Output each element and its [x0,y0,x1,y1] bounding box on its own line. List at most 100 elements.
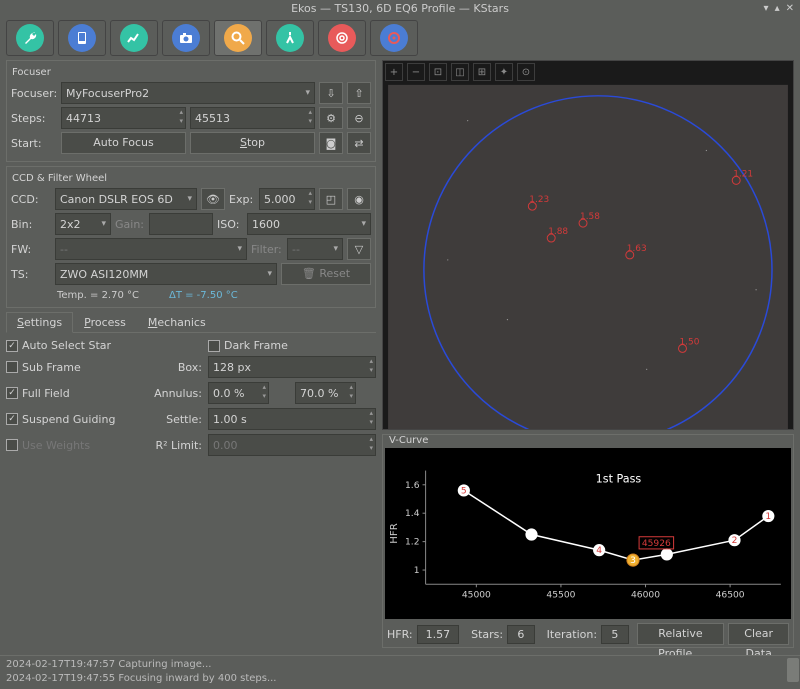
sub-frame-check[interactable]: Sub Frame [6,361,146,374]
clear-data-button[interactable]: Clear Data [728,623,789,645]
abort-icon[interactable]: ⊖ [347,107,371,129]
svg-text:1.21: 1.21 [733,169,753,179]
iso-combo[interactable]: 1600 [247,213,371,235]
focuser-combo[interactable]: MyFocuserPro2 [61,82,315,104]
focus-in-button[interactable]: ⇩ [319,82,343,104]
tab-settings[interactable]: Settings [6,312,73,333]
capture-icon[interactable]: ◙ [319,132,343,154]
svg-text:46500: 46500 [716,590,745,600]
svg-text:5: 5 [461,487,467,497]
annulus-outer-input[interactable]: 70.0 % [295,382,356,404]
svg-text:1: 1 [765,512,771,522]
gain-label: Gain: [115,218,145,231]
zoom-in-icon[interactable]: + [385,63,403,81]
log-panel: 2024-02-17T19:47:57 Capturing image... 2… [0,655,800,689]
magnify-icon [230,30,246,46]
suspend-guiding-check[interactable]: Suspend Guiding [6,413,146,426]
module-toolbar [0,18,800,58]
dark-frame-check[interactable]: Dark Frame [208,339,376,352]
grid-icon[interactable]: ⊙ [517,63,535,81]
zoom-1-1-icon[interactable]: ◫ [451,63,469,81]
svg-text:HFR: HFR [389,523,400,543]
maximize-icon[interactable]: ▴ [775,0,780,18]
crosshair-icon[interactable]: ✦ [495,63,513,81]
svg-text:1st Pass: 1st Pass [596,473,642,486]
tab-align[interactable] [266,20,314,56]
box-input[interactable]: 128 px [208,356,376,378]
start-label: Start: [11,137,57,150]
svg-text:1.6: 1.6 [405,481,420,491]
auto-select-check[interactable]: Auto Select Star [6,339,146,352]
ts-combo[interactable]: ZWO ASI120MM [55,263,277,285]
log-scrollbar[interactable] [786,656,800,689]
bin-label: Bin: [11,218,51,231]
svg-text:1: 1 [414,566,420,576]
ccd-combo[interactable]: Canon DSLR EOS 6D [55,188,197,210]
tab-focus[interactable] [214,20,262,56]
compass-icon [282,30,298,46]
tab-process[interactable]: Process [73,312,137,332]
vcurve-group: V-Curve 1.61.41.2145000455004600046500HF… [382,434,794,648]
svg-text:1.50: 1.50 [679,337,699,347]
use-weights-check: Use Weights [6,439,146,452]
image-preview[interactable]: + − ⊡ ◫ ⊞ ✦ ⊙ 1.23 1.58 1.88 1.63 1.21 1… [382,60,794,430]
tablet-icon [74,30,90,46]
stop-button[interactable]: SStoptop [190,132,315,154]
svg-text:4: 4 [596,546,602,556]
window-buttons: ▾ ▴ ✕ [764,0,794,18]
minimize-icon[interactable]: ▾ [764,0,769,18]
toggle-full-icon[interactable]: ◰ [319,188,343,210]
zoom-fit-icon[interactable]: ⊡ [429,63,447,81]
zoom-out-icon[interactable]: − [407,63,425,81]
settle-label: Settle: [152,413,202,426]
close-icon[interactable]: ✕ [786,0,794,18]
wrench-icon [22,30,38,46]
stretch-icon[interactable]: ⊞ [473,63,491,81]
tab-scheduler[interactable] [58,20,106,56]
svg-text:2: 2 [732,536,738,546]
full-field-check[interactable]: Full Field [6,387,146,400]
bin-combo[interactable]: 2x2 [55,213,111,235]
svg-text:3: 3 [630,556,636,566]
status-row: HFR: 1.57 Stars: 6 Iteration: 5 Relative… [385,619,791,645]
tab-setup[interactable] [6,20,54,56]
goto-input[interactable]: 45513 [190,107,315,129]
annulus-inner-input[interactable]: 0.0 % [208,382,269,404]
tab-mechanics[interactable]: Mechanics [137,312,217,332]
box-label: Box: [152,361,202,374]
chart-icon [126,30,142,46]
svg-text:45926: 45926 [642,539,671,549]
reset-frame-icon[interactable]: ◉ [347,188,371,210]
disc-icon [386,30,402,46]
tab-mount[interactable] [370,20,418,56]
iso-label: ISO: [217,218,243,231]
gain-input [149,213,213,235]
dt-value: ΔT = -7.50 °C [169,290,238,301]
focuser-label: Focuser: [11,87,57,100]
temp-value: Temp. = 2.70 °C [57,290,139,301]
ccd-title: CCD & Filter Wheel [9,173,110,184]
relative-profile-button[interactable]: Relative Profile... [637,623,725,645]
svg-text:1.4: 1.4 [405,509,420,519]
focus-out-button[interactable]: ⇧ [347,82,371,104]
tab-capture[interactable] [162,20,210,56]
svg-text:1.58: 1.58 [580,212,600,222]
hfr-label: HFR: [387,628,413,641]
ccd-label: CCD: [11,193,51,206]
stars-value: 6 [507,625,535,644]
autofocus-button[interactable]: Auto Focus [61,132,186,154]
svg-text:45500: 45500 [546,590,575,600]
gear-icon[interactable]: ⚙ [319,107,343,129]
window-title: Ekos — TS130, 6D EQ6 Profile — KStars [291,2,509,15]
settle-input[interactable]: 1.00 s [208,408,376,430]
tab-analyze[interactable] [110,20,158,56]
fw-label: FW: [11,243,51,256]
svg-text:1.23: 1.23 [529,195,549,205]
tab-guide[interactable] [318,20,366,56]
loop-icon[interactable]: ⇄ [347,132,371,154]
live-view-icon[interactable]: 👁 [201,188,225,210]
exp-input[interactable]: 5.000 [259,188,315,210]
svg-text:46000: 46000 [631,590,660,600]
filter-settings-icon[interactable]: ▽ [347,238,371,260]
steps-input[interactable]: 44713 [61,107,186,129]
